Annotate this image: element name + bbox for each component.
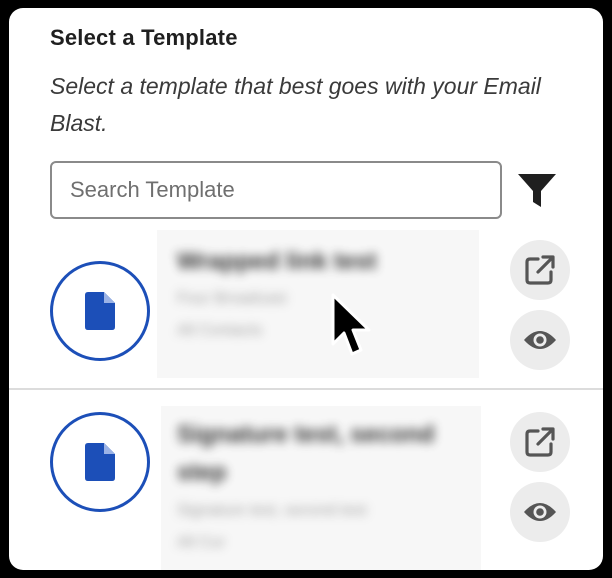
document-icon (85, 443, 115, 481)
template-avatar (50, 412, 150, 512)
panel-title: Select a Template (50, 25, 238, 50)
template-title: Signature test, second step (177, 421, 435, 486)
panel-subtitle: Select a template that best goes with yo… (50, 73, 541, 136)
filter-button[interactable] (514, 168, 560, 214)
template-list-item[interactable]: Signature test, second step Signature te… (9, 392, 603, 570)
open-template-button[interactable] (510, 240, 570, 300)
list-divider (9, 388, 603, 390)
template-picker-panel: Select a Template Select a template that… (9, 8, 603, 570)
template-title: Wrapped link test (177, 248, 377, 275)
preview-template-button[interactable] (510, 310, 570, 370)
eye-icon (524, 331, 556, 349)
eye-icon (524, 503, 556, 521)
template-meta: All Contacts (177, 322, 263, 339)
open-template-button[interactable] (510, 412, 570, 472)
filter-icon (518, 174, 556, 207)
external-edit-icon (525, 255, 555, 285)
external-edit-icon (525, 427, 555, 457)
template-list-item[interactable]: Wrapped link test Four Broadcast All Con… (9, 230, 603, 390)
search-input[interactable] (52, 163, 500, 217)
template-avatar (50, 261, 150, 361)
template-subtitle: Four Broadcast (177, 290, 287, 307)
search-field-wrapper (50, 161, 502, 219)
document-icon (85, 292, 115, 330)
template-meta: All Cur (177, 534, 226, 551)
template-details-redacted: Wrapped link test Four Broadcast All Con… (157, 230, 479, 378)
template-details-redacted: Signature test, second step Signature te… (161, 406, 481, 570)
template-subtitle: Signature test, second test (177, 502, 367, 519)
preview-template-button[interactable] (510, 482, 570, 542)
